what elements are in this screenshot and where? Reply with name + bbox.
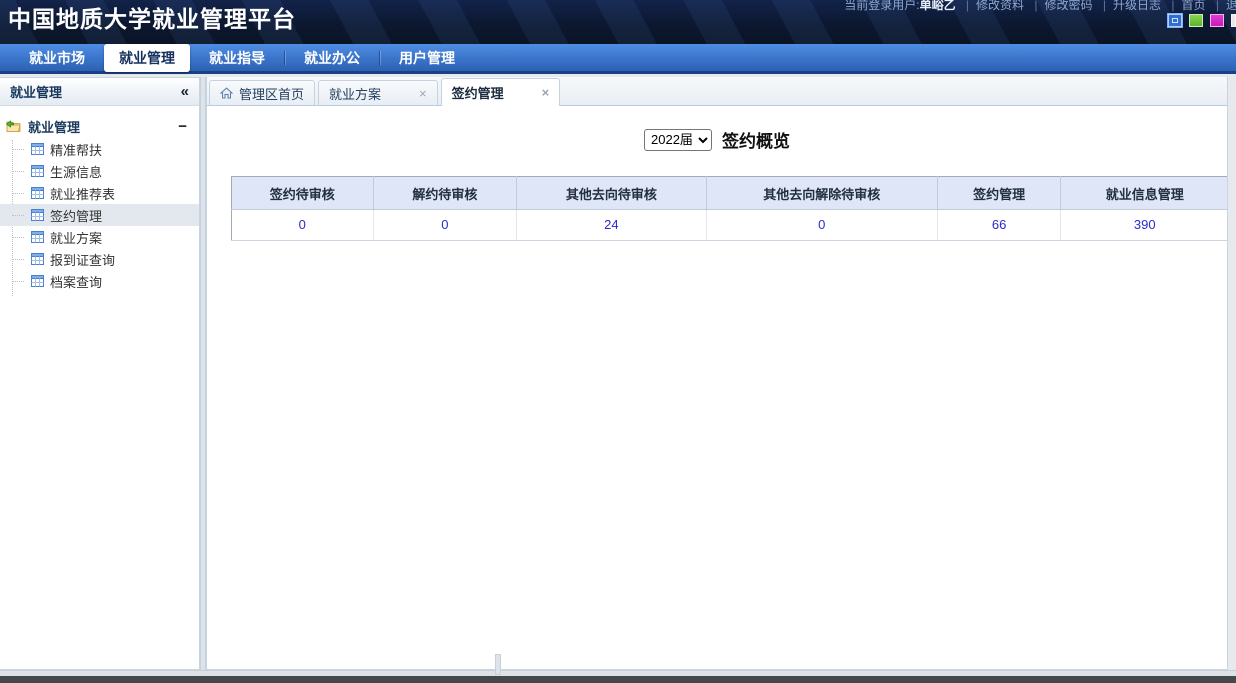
sidebar-header: 就业管理 « [0, 78, 199, 106]
table-icon [31, 143, 44, 155]
col-contract-pending: 签约待审核 [231, 176, 374, 210]
nav-item-job-market[interactable]: 就业市场 [14, 44, 100, 72]
tab-label: 就业方案 [329, 86, 382, 102]
sidebar-item-precise-assistance[interactable]: 精准帮扶 [0, 138, 199, 160]
col-other-destination-pending: 其他去向待审核 [516, 176, 707, 210]
sidebar-item-label: 就业方案 [50, 230, 103, 246]
tab-admin-home[interactable]: 管理区首页 [209, 80, 316, 105]
tree-root-label: 就业管理 [28, 119, 81, 135]
tab-bar: 管理区首页 就业方案 × 签约管理 × [207, 77, 1227, 106]
tab-close-icon[interactable]: × [542, 86, 550, 99]
link-separator: | [1102, 0, 1107, 12]
link-separator: | [1215, 0, 1219, 12]
cell-other-destination-release-pending: 0 [706, 209, 938, 241]
sidebar: 就业管理 « 就业管理 − 精准帮扶 生源信息 就业推荐表 签约管理 就业方案 … [0, 77, 200, 670]
termination-pending-count-link[interactable]: 0 [441, 217, 448, 232]
cell-contract-pending: 0 [231, 209, 374, 241]
contract-management-count-link[interactable]: 66 [992, 217, 1006, 232]
link-separator: | [1034, 0, 1038, 12]
table-icon [31, 165, 44, 177]
main-panel: 管理区首页 就业方案 × 签约管理 × 2022届 签约概览 签约待审核 解约待… [206, 77, 1228, 670]
col-employment-info-management: 就业信息管理 [1060, 176, 1227, 210]
logout-link[interactable]: 退出 [1226, 0, 1236, 12]
theme-blue-swatch[interactable] [1167, 13, 1183, 28]
user-bar: 当前登录用户:单峪乙 | 修改资料 | 修改密码 | 升级日志 | 首页 | 退出 [844, 0, 1236, 13]
graduation-year-select[interactable]: 2022届 [644, 128, 712, 151]
bottom-status-bar [0, 676, 1236, 683]
table-header-row: 签约待审核 解约待审核 其他去向待审核 其他去向解除待审核 签约管理 就业信息管… [231, 176, 1227, 210]
sidebar-item-contract-management[interactable]: 签约管理 [0, 204, 199, 226]
current-user-prefix: 当前登录用户: [844, 0, 920, 12]
nav-item-career-guidance[interactable]: 就业指导 [194, 44, 280, 72]
theme-selected-mark [1172, 18, 1178, 23]
tab-label: 管理区首页 [239, 86, 305, 102]
app-title: 中国地质大学就业管理平台 [8, 6, 296, 32]
overview-title: 签约概览 [722, 132, 790, 151]
edit-profile-link[interactable]: 修改资料 [976, 0, 1024, 12]
theme-extra-swatch[interactable] [1231, 14, 1236, 27]
sidebar-item-recommendation-form[interactable]: 就业推荐表 [0, 182, 199, 204]
sidebar-item-label: 生源信息 [50, 164, 103, 180]
overview-header: 2022届 签约概览 [207, 127, 1227, 152]
col-termination-pending: 解约待审核 [373, 176, 518, 210]
tab-employment-plan[interactable]: 就业方案 × [318, 80, 438, 105]
sidebar-item-employment-plan[interactable]: 就业方案 [0, 226, 199, 248]
main-nav: 就业市场 就业管理 就业指导 就业办公 用户管理 [0, 43, 1236, 74]
nav-item-employment-management[interactable]: 就业管理 [104, 43, 190, 72]
tab-label: 签约管理 [451, 86, 504, 101]
sidebar-title: 就业管理 [10, 85, 63, 100]
employment-info-count-link[interactable]: 390 [1134, 217, 1156, 232]
sidebar-item-label: 档案查询 [50, 274, 103, 290]
sidebar-item-label: 精准帮扶 [50, 142, 103, 158]
link-separator: | [1171, 0, 1175, 12]
theme-green-swatch[interactable] [1189, 14, 1203, 27]
tab-contract-management[interactable]: 签约管理 × [440, 78, 561, 106]
app-header: 中国地质大学就业管理平台 当前登录用户:单峪乙 | 修改资料 | 修改密码 | 升级日… [0, 0, 1236, 44]
nav-divider [379, 50, 380, 65]
tab-content: 2022届 签约概览 签约待审核 解约待审核 其他去向待审核 其他去向解除待审核… [207, 106, 1227, 669]
other-destination-release-pending-count-link[interactable]: 0 [818, 217, 825, 232]
table-icon [31, 231, 44, 243]
table-icon [31, 187, 44, 199]
contract-summary-table: 签约待审核 解约待审核 其他去向待审核 其他去向解除待审核 签约管理 就业信息管… [231, 176, 1227, 241]
table-value-row: 0 0 24 0 66 390 [231, 209, 1227, 241]
sidebar-item-label: 报到证查询 [50, 252, 116, 268]
sidebar-item-label: 签约管理 [50, 208, 103, 224]
nav-item-user-management[interactable]: 用户管理 [384, 44, 470, 72]
workspace: 就业管理 « 就业管理 − 精准帮扶 生源信息 就业推荐表 签约管理 就业方案 … [0, 77, 1236, 670]
sidebar-item-student-source-info[interactable]: 生源信息 [0, 160, 199, 182]
table-icon [31, 253, 44, 265]
cell-termination-pending: 0 [373, 209, 518, 241]
nav-divider [284, 50, 285, 65]
sidebar-collapse-icon[interactable]: « [181, 84, 189, 99]
upgrade-log-link[interactable]: 升级日志 [1113, 0, 1161, 12]
table-icon [31, 275, 44, 287]
table-icon [31, 209, 44, 221]
col-other-destination-release-pending: 其他去向解除待审核 [706, 176, 938, 210]
theme-magenta-swatch[interactable] [1210, 14, 1224, 27]
other-destination-pending-count-link[interactable]: 24 [604, 217, 618, 232]
tab-close-icon[interactable]: × [419, 87, 427, 100]
link-separator: | [965, 0, 970, 12]
nav-item-employment-office[interactable]: 就业办公 [289, 44, 375, 72]
home-icon [220, 87, 233, 99]
cell-other-destination-pending: 24 [516, 209, 707, 241]
sidebar-item-registration-card-query[interactable]: 报到证查询 [0, 248, 199, 270]
tree-collapse-minus-icon[interactable]: − [178, 119, 187, 134]
contract-pending-count-link[interactable]: 0 [299, 217, 306, 232]
cell-contract-management: 66 [937, 209, 1062, 241]
sidebar-item-label: 就业推荐表 [50, 186, 116, 202]
sidebar-tree: 就业管理 − 精准帮扶 生源信息 就业推荐表 签约管理 就业方案 报到证查询 档… [0, 106, 199, 296]
current-user-name: 单峪乙 [919, 0, 956, 12]
cell-employment-info-management: 390 [1060, 209, 1227, 241]
tree-root-employment-management[interactable]: 就业管理 − [0, 114, 199, 138]
col-contract-management: 签约管理 [937, 176, 1062, 210]
sidebar-item-archive-query[interactable]: 档案查询 [0, 270, 199, 292]
south-splitter-grip[interactable] [495, 654, 501, 675]
change-password-link[interactable]: 修改密码 [1045, 0, 1093, 12]
home-link[interactable]: 首页 [1182, 0, 1206, 12]
folder-open-icon [6, 120, 21, 132]
theme-switcher [1167, 13, 1236, 28]
